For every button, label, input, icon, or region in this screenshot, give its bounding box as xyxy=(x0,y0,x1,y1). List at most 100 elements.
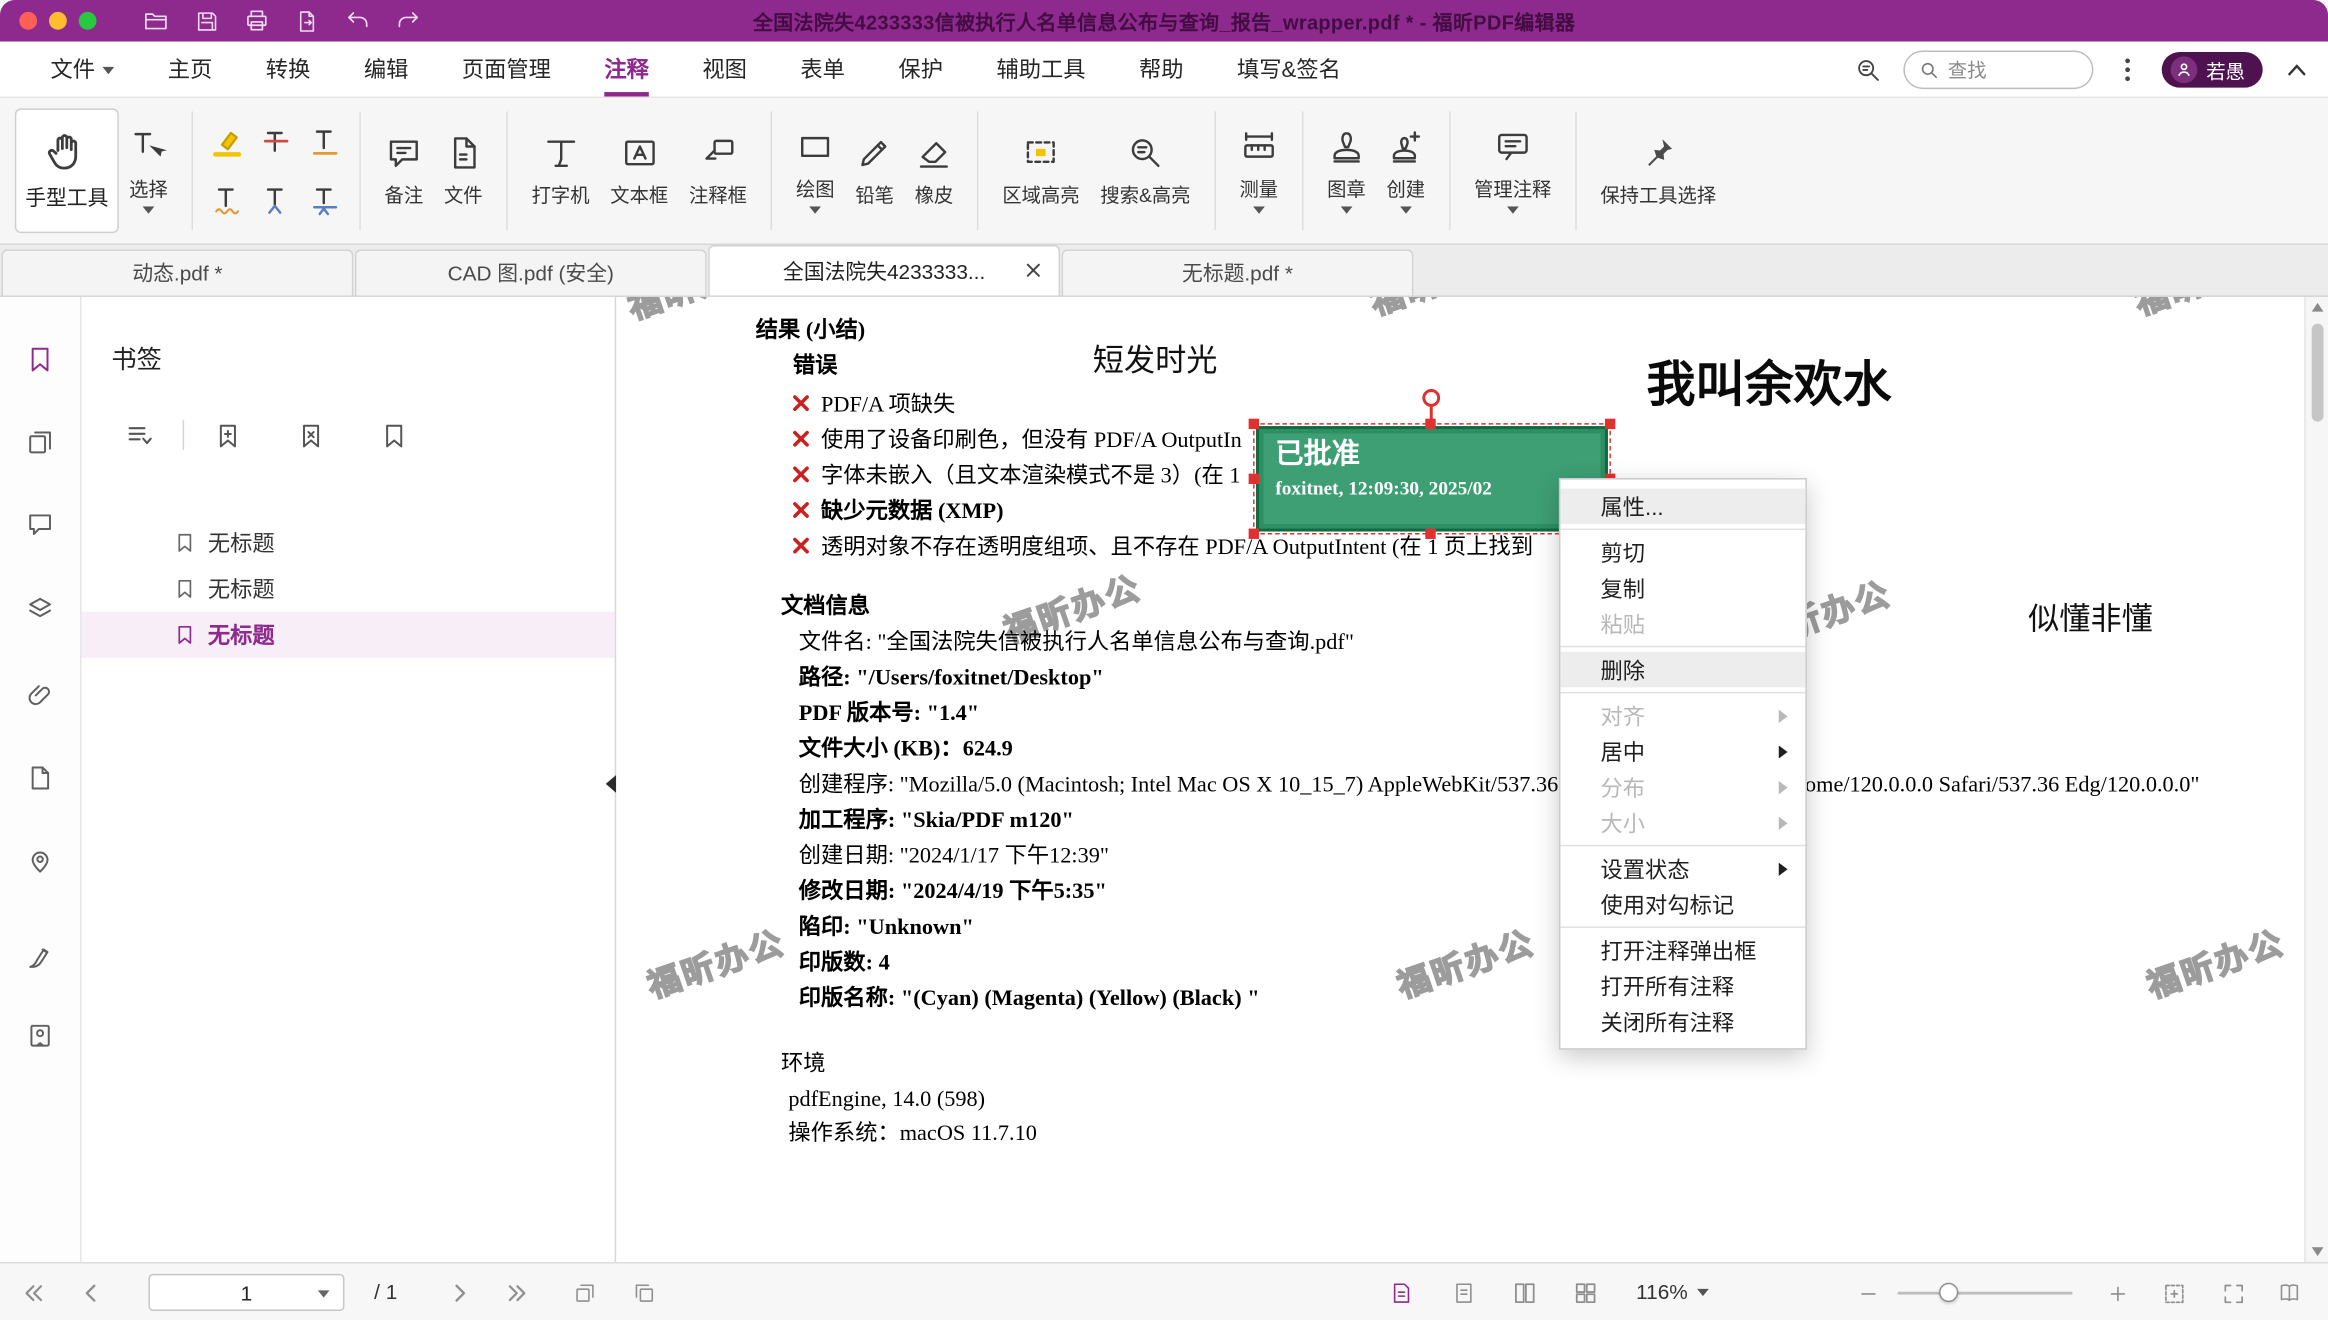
callout-tool-button[interactable]: 注释框 xyxy=(679,128,758,214)
approved-stamp[interactable]: 已批准 foxitnet, 12:09:30, 2025/02 xyxy=(1256,426,1608,531)
search-replace-icon[interactable] xyxy=(1853,53,1886,86)
previous-page-button[interactable] xyxy=(71,1275,107,1311)
search-input[interactable] xyxy=(1948,59,2067,81)
draw-tool-button[interactable]: 绘图 xyxy=(786,122,845,220)
pencil-tool-button[interactable]: 铅笔 xyxy=(845,128,904,214)
single-page-view-button[interactable] xyxy=(1507,1275,1543,1311)
previous-view-button[interactable] xyxy=(567,1275,603,1311)
create-stamp-button[interactable]: 创建 xyxy=(1376,122,1435,220)
page-number-input[interactable]: 1 xyxy=(148,1274,344,1311)
save-icon[interactable] xyxy=(192,6,222,36)
destinations-panel-icon[interactable] xyxy=(25,846,58,879)
delete-bookmark-icon[interactable] xyxy=(291,416,330,455)
bookmark-options-icon[interactable] xyxy=(120,416,159,455)
context-menu-item[interactable]: 删除 xyxy=(1560,652,1805,688)
context-menu-item[interactable]: 使用对勾标记 xyxy=(1560,886,1805,922)
context-menu-item[interactable]: 复制 xyxy=(1560,570,1805,606)
document-tab[interactable]: CAD 图.pdf (安全) xyxy=(355,249,707,295)
bookmarks-panel-icon[interactable] xyxy=(25,344,58,377)
fit-visible-button[interactable] xyxy=(2156,1275,2192,1311)
menu-item[interactable]: 页面管理 xyxy=(462,42,551,97)
resize-handle[interactable] xyxy=(1425,419,1435,429)
reading-mode-button[interactable] xyxy=(2272,1275,2308,1311)
hand-tool-button[interactable]: 手型工具 xyxy=(15,108,119,233)
attachments-panel-icon[interactable] xyxy=(25,680,58,713)
facing-pages-view-button[interactable] xyxy=(1568,1275,1604,1311)
replace-text-icon[interactable] xyxy=(304,173,346,226)
next-page-button[interactable] xyxy=(442,1275,478,1311)
resize-handle[interactable] xyxy=(1605,419,1615,429)
undo-icon[interactable] xyxy=(343,6,373,36)
open-file-icon[interactable] xyxy=(141,6,171,36)
freetext-annotation[interactable]: 我叫余欢水 xyxy=(1647,344,1892,415)
fields-panel-icon[interactable] xyxy=(25,763,58,796)
collapse-panel-button[interactable] xyxy=(601,765,619,804)
typewriter-tool-button[interactable]: 打字机 xyxy=(521,128,600,214)
vertical-scrollbar[interactable] xyxy=(2304,297,2328,1262)
context-menu-item[interactable]: 粘贴 xyxy=(1560,606,1805,642)
document-tab[interactable]: 无标题.pdf * xyxy=(1062,249,1414,295)
menu-item[interactable]: 文件 xyxy=(50,42,114,97)
context-menu-item[interactable]: 属性... xyxy=(1560,488,1805,524)
bookmark-item[interactable]: 无标题 xyxy=(82,566,615,612)
highlight-text-icon[interactable] xyxy=(206,115,248,168)
context-menu-item[interactable]: 对齐 xyxy=(1560,698,1805,734)
context-menu-item[interactable]: 大小 xyxy=(1560,805,1805,841)
resize-handle[interactable] xyxy=(1249,529,1259,539)
page-thumbnails-icon[interactable] xyxy=(25,428,58,461)
certificates-panel-icon[interactable] xyxy=(25,1021,58,1054)
menu-item[interactable]: 视图 xyxy=(702,42,747,97)
menu-item[interactable]: 辅助工具 xyxy=(996,42,1085,97)
select-tool-button[interactable]: 选择 xyxy=(119,122,178,220)
tab-close-icon[interactable] xyxy=(1023,260,1044,281)
menu-item[interactable]: 保护 xyxy=(898,42,943,97)
resize-handle[interactable] xyxy=(1249,474,1259,484)
scrollbar-thumb[interactable] xyxy=(2312,324,2324,422)
manage-comments-button[interactable]: 管理注释 xyxy=(1464,122,1562,220)
last-page-button[interactable] xyxy=(499,1275,535,1311)
measure-tool-button[interactable]: 测量 xyxy=(1229,122,1288,220)
menu-item[interactable]: 填写&签名 xyxy=(1237,42,1341,97)
fit-page-view-button[interactable] xyxy=(1446,1275,1482,1311)
zoom-slider[interactable] xyxy=(1897,1292,2072,1295)
stamp-pin-handle[interactable] xyxy=(1422,389,1440,407)
menu-item[interactable]: 主页 xyxy=(168,42,213,97)
menu-item[interactable]: 帮助 xyxy=(1139,42,1184,97)
zoom-in-button[interactable] xyxy=(2099,1275,2135,1311)
insert-text-icon[interactable] xyxy=(255,173,297,226)
area-highlight-button[interactable]: 区域高亮 xyxy=(992,128,1090,214)
squiggly-underline-icon[interactable] xyxy=(206,173,248,226)
context-menu-item[interactable]: 关闭所有注释 xyxy=(1560,1004,1805,1040)
context-menu-item[interactable]: 设置状态 xyxy=(1560,851,1805,887)
more-options-icon[interactable] xyxy=(2111,53,2144,86)
add-bookmark-icon[interactable] xyxy=(208,416,247,455)
document-tab[interactable]: 动态.pdf * xyxy=(1,249,353,295)
user-account-button[interactable]: 若愚 xyxy=(2162,52,2263,88)
note-tool-button[interactable]: 备注 xyxy=(374,128,433,214)
chevron-down-icon[interactable] xyxy=(318,1290,330,1297)
layers-panel-icon[interactable] xyxy=(25,594,58,627)
search-highlight-button[interactable]: 搜索&高亮 xyxy=(1090,128,1201,214)
eraser-tool-button[interactable]: 橡皮 xyxy=(904,128,963,214)
freetext-annotation[interactable]: 短发时光 xyxy=(1093,337,1218,382)
redo-icon[interactable] xyxy=(393,6,423,36)
scroll-up-icon[interactable] xyxy=(2312,303,2324,312)
menu-item[interactable]: 表单 xyxy=(800,42,845,97)
print-icon[interactable] xyxy=(242,6,272,36)
export-icon[interactable] xyxy=(292,6,322,36)
context-menu-item[interactable]: 分布 xyxy=(1560,769,1805,805)
file-attachment-button[interactable]: 文件 xyxy=(434,128,493,214)
context-menu-item[interactable]: 打开注释弹出框 xyxy=(1560,932,1805,968)
resize-handle[interactable] xyxy=(1425,529,1435,539)
stamp-tool-button[interactable]: 图章 xyxy=(1317,122,1376,220)
menu-item[interactable]: 转换 xyxy=(266,42,311,97)
bookmark-item[interactable]: 无标题 xyxy=(82,520,615,566)
fullscreen-button[interactable] xyxy=(2215,1275,2251,1311)
resize-handle[interactable] xyxy=(1249,419,1259,429)
signatures-panel-icon[interactable] xyxy=(25,943,58,976)
context-menu-item[interactable]: 打开所有注释 xyxy=(1560,968,1805,1004)
underline-text-icon[interactable] xyxy=(304,115,346,168)
zoom-level-label[interactable]: 116% xyxy=(1636,1280,1708,1304)
actual-size-view-button[interactable] xyxy=(1384,1275,1420,1311)
approved-stamp-annotation[interactable]: 已批准 foxitnet, 12:09:30, 2025/02 xyxy=(1256,426,1608,531)
